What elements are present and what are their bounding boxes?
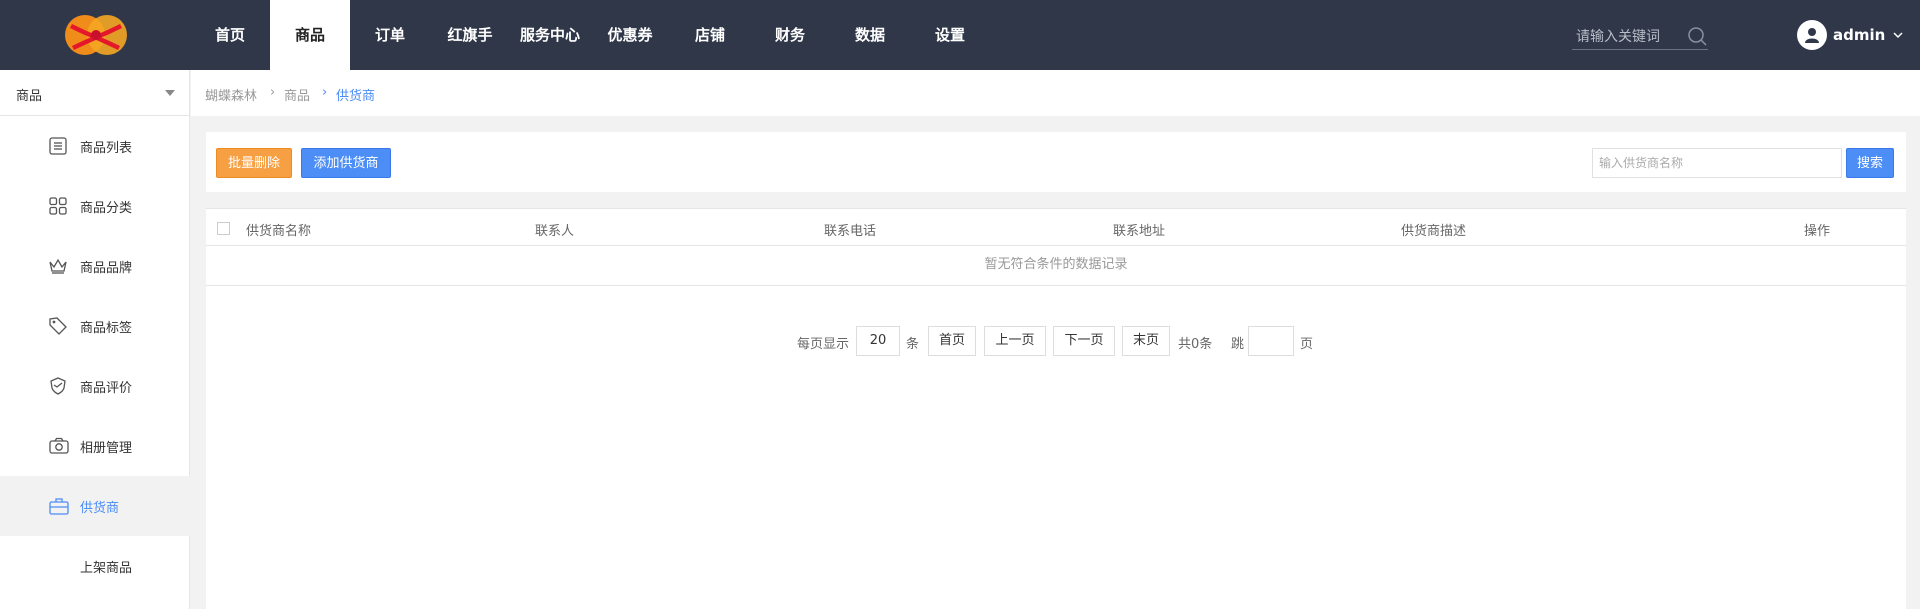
chevron-down-icon[interactable] <box>1893 28 1903 43</box>
nav-service-center[interactable]: 服务中心 <box>510 0 590 70</box>
header-search-placeholder[interactable]: 请输入关键词 <box>1576 26 1660 46</box>
per-page-unit: 条 <box>906 337 920 352</box>
column-header-phone: 联系电话 <box>824 224 877 239</box>
column-header-address: 联系地址 <box>1113 224 1166 239</box>
nav-orders[interactable]: 订单 <box>350 0 430 70</box>
nav-finance[interactable]: 财务 <box>750 0 830 70</box>
avatar[interactable] <box>1797 20 1827 50</box>
list-icon <box>48 136 70 156</box>
grid-icon <box>48 196 70 216</box>
sidebar-item-label: 商品列表 <box>80 141 133 156</box>
breadcrumb-item-goods[interactable]: 商品 <box>284 85 310 104</box>
sidebar-item-supplier[interactable]: 供货商 <box>0 476 190 536</box>
column-header-contact: 联系人 <box>535 224 575 239</box>
breadcrumb: 蝴蝶森林 › 商品 › 供货商 <box>191 70 1920 116</box>
pagination: 每页显示 20 条 首页 上一页 下一页 末页 共0条 跳 页 <box>206 326 1906 356</box>
jump-page-input[interactable] <box>1248 326 1294 356</box>
column-header-description: 供货商描述 <box>1401 224 1467 239</box>
page-unit: 页 <box>1300 337 1314 352</box>
nav-data[interactable]: 数据 <box>830 0 910 70</box>
select-all-checkbox[interactable] <box>217 222 230 235</box>
add-supplier-button[interactable]: 添加供货商 <box>301 148 391 178</box>
brand-logo[interactable] <box>60 10 132 60</box>
username[interactable]: admin <box>1833 26 1885 44</box>
sidebar-item-goods-tag[interactable]: 商品标签 <box>0 296 190 356</box>
tag-icon <box>48 316 70 336</box>
column-header-name: 供货商名称 <box>246 224 312 239</box>
sidebar-item-goods-list[interactable]: 商品列表 <box>0 116 190 176</box>
sidebar-item-goods-brand[interactable]: 商品品牌 <box>0 236 190 296</box>
per-page-input[interactable]: 20 <box>856 326 900 356</box>
user-menu[interactable]: admin <box>1797 20 1903 50</box>
sidebar-item-label: 商品标签 <box>80 321 133 336</box>
nav-flag-holder[interactable]: 红旗手 <box>430 0 510 70</box>
header-search[interactable]: 请输入关键词 <box>1572 22 1708 50</box>
sidebar-item-listed-goods[interactable]: 上架商品 <box>0 536 190 596</box>
sidebar-section-select[interactable]: 商品 <box>0 70 189 116</box>
empty-state-message: 暂无符合条件的数据记录 <box>206 246 1906 286</box>
sidebar-item-label: 上架商品 <box>80 561 133 576</box>
total-count: 共0条 <box>1178 337 1213 352</box>
sidebar-item-label: 商品分类 <box>80 201 133 216</box>
toolbar: 批量删除 添加供货商 搜索 <box>206 132 1906 192</box>
last-page-button[interactable]: 末页 <box>1122 326 1170 356</box>
top-navbar: 首页 商品 订单 红旗手 服务中心 优惠券 店铺 财务 数据 设置 请输入关键词… <box>0 0 1920 70</box>
prev-page-button[interactable]: 上一页 <box>984 326 1046 356</box>
nav-settings[interactable]: 设置 <box>910 0 990 70</box>
caret-down-icon[interactable] <box>165 90 175 96</box>
next-page-button[interactable]: 下一页 <box>1053 326 1115 356</box>
batch-delete-button[interactable]: 批量删除 <box>216 148 292 178</box>
supplier-table-panel: 供货商名称 联系人 联系电话 联系地址 供货商描述 操作 暂无符合条件的数据记录… <box>206 208 1906 609</box>
nav-coupons[interactable]: 优惠券 <box>590 0 670 70</box>
sidebar-item-label: 商品品牌 <box>80 261 133 276</box>
chevron-right-icon: › <box>270 85 276 100</box>
table-header: 供货商名称 联系人 联系电话 联系地址 供货商描述 操作 <box>206 208 1906 246</box>
per-page-label: 每页显示 <box>797 337 850 352</box>
column-header-actions: 操作 <box>1804 224 1831 239</box>
nav-goods[interactable]: 商品 <box>270 0 350 70</box>
jump-label: 跳 <box>1231 337 1245 352</box>
camera-icon <box>48 436 70 456</box>
supplier-search-input[interactable] <box>1592 148 1842 178</box>
sidebar-item-label: 相册管理 <box>80 441 133 456</box>
breadcrumb-item-home[interactable]: 蝴蝶森林 <box>205 85 257 104</box>
sidebar-section-label: 商品 <box>16 89 43 104</box>
crown-icon <box>48 256 70 276</box>
sidebar-item-label: 供货商 <box>80 501 120 516</box>
search-button[interactable]: 搜索 <box>1846 148 1894 178</box>
sidebar: 商品 商品列表 商品分类 商品品牌 商品标签 商品评价 相册管理 供货商 上架商… <box>0 70 190 609</box>
main-nav: 首页 商品 订单 红旗手 服务中心 优惠券 店铺 财务 数据 设置 <box>190 0 990 70</box>
nav-home[interactable]: 首页 <box>190 0 270 70</box>
sidebar-item-goods-review[interactable]: 商品评价 <box>0 356 190 416</box>
sidebar-item-label: 商品评价 <box>80 381 133 396</box>
sidebar-item-album[interactable]: 相册管理 <box>0 416 190 476</box>
search-icon[interactable] <box>1686 25 1708 51</box>
shield-icon <box>48 376 70 396</box>
briefcase-icon <box>48 496 70 516</box>
first-page-button[interactable]: 首页 <box>928 326 976 356</box>
nav-stores[interactable]: 店铺 <box>670 0 750 70</box>
sidebar-item-goods-category[interactable]: 商品分类 <box>0 176 190 236</box>
chevron-right-icon: › <box>322 85 328 100</box>
breadcrumb-item-current: 供货商 <box>336 89 376 104</box>
